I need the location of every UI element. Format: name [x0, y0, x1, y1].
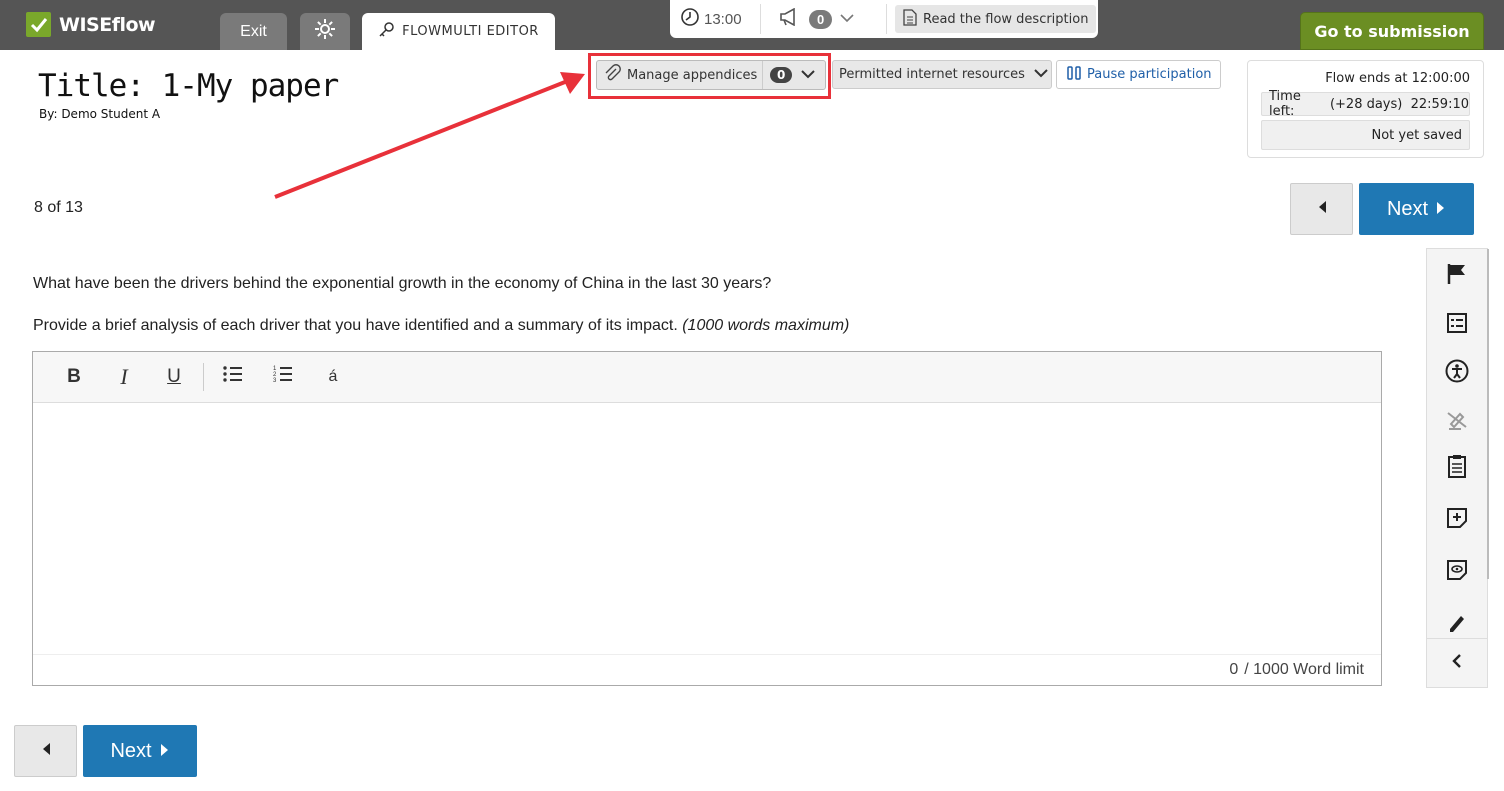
tab-editor-label: FLOWMULTI EDITOR: [402, 24, 539, 39]
megaphone-icon: [779, 7, 801, 31]
next-button[interactable]: Next: [1359, 183, 1474, 235]
save-status: Not yet saved: [1261, 120, 1470, 150]
editor-toolbar: B I U 123 á: [33, 352, 1381, 403]
pause-label: Pause participation: [1087, 67, 1212, 82]
page-title: Title: 1-My paper: [38, 68, 339, 104]
byline: By: Demo Student A: [39, 107, 161, 121]
special-character-icon: á: [328, 368, 338, 385]
gear-icon: [313, 17, 337, 46]
announcements-button[interactable]: 0: [761, 7, 886, 31]
time-left-label: Time left:: [1269, 89, 1301, 119]
instruction-text: Provide a brief analysis of each driver …: [33, 317, 849, 335]
accessibility-icon[interactable]: [1444, 358, 1470, 384]
bulleted-list-button[interactable]: [208, 357, 258, 397]
go-to-submission-button[interactable]: Go to submission: [1300, 12, 1484, 50]
text-editor: B I U 123 á 0 / 1000 Word limit: [32, 351, 1382, 686]
numbered-list-icon: 123: [273, 364, 293, 390]
read-description-label: Read the flow description: [923, 11, 1089, 27]
editor-text-area[interactable]: [33, 403, 1381, 654]
divider: [886, 4, 887, 34]
read-description-button[interactable]: Read the flow description: [895, 5, 1097, 33]
chevron-down-icon: [1033, 67, 1049, 82]
clock: 13:00: [670, 7, 760, 31]
pencil-icon[interactable]: [1444, 609, 1470, 635]
word-limit: / 1000 Word limit: [1244, 661, 1364, 678]
tab-editor[interactable]: FLOWMULTI EDITOR: [362, 13, 555, 50]
page-counter: 8 of 13: [34, 199, 83, 216]
status-bar: 13:00 0 Read the flow description: [670, 0, 1098, 38]
top-bar: WISEflow Exit FLOWMULTI EDITOR 13:00 0 R…: [0, 0, 1504, 50]
caret-right-icon: [160, 740, 170, 763]
italic-button[interactable]: I: [99, 357, 149, 397]
word-count-footer: 0 / 1000 Word limit: [33, 654, 1381, 685]
underline-icon: U: [167, 366, 181, 387]
previous-button[interactable]: [1290, 183, 1353, 235]
sidebar-scrollbar[interactable]: [1487, 249, 1489, 579]
bulleted-list-icon: [223, 365, 243, 389]
permitted-resources-button[interactable]: Permitted internet resources: [832, 60, 1052, 89]
chevron-down-icon: [840, 10, 854, 28]
underline-button[interactable]: U: [149, 357, 199, 397]
next-label: Next: [1386, 197, 1429, 220]
flow-ends-text: Flow ends at 12:00:00: [1325, 71, 1470, 86]
flow-info-panel: Flow ends at 12:00:00 Time left: (+28 da…: [1247, 60, 1484, 158]
clock-time: 13:00: [704, 10, 742, 28]
question-text: What have been the drivers behind the ex…: [33, 275, 772, 292]
toolbar-divider: [203, 363, 204, 391]
instruction-main: Provide a brief analysis of each driver …: [33, 317, 678, 334]
next-button-bottom[interactable]: Next: [83, 725, 197, 777]
special-character-button[interactable]: á: [308, 357, 358, 397]
time-left-value: (+28 days) 22:59:10: [1329, 96, 1469, 112]
time-left: Time left: (+28 days) 22:59:10: [1261, 89, 1470, 119]
instruction-note: (1000 words maximum): [682, 317, 850, 334]
tab-settings[interactable]: [300, 13, 350, 50]
editor-icon: [378, 21, 396, 43]
collapse-sidebar-button[interactable]: [1427, 638, 1487, 688]
bold-button[interactable]: B: [49, 357, 99, 397]
document-icon: [903, 8, 917, 30]
pause-icon: [1067, 65, 1081, 85]
next-label-bottom: Next: [110, 739, 152, 762]
caret-right-icon: [1436, 198, 1446, 221]
announcements-count: 0: [809, 9, 833, 29]
logo-text: WISEflow: [59, 13, 156, 36]
caret-left-icon: [1317, 200, 1327, 219]
flag-icon[interactable]: [1444, 261, 1470, 287]
chevron-left-icon: [1451, 653, 1463, 674]
add-note-icon[interactable]: [1444, 505, 1470, 531]
numbered-list-button[interactable]: 123: [258, 357, 308, 397]
caret-left-icon: [41, 742, 51, 761]
tab-exit[interactable]: Exit: [220, 13, 287, 50]
pause-participation-button[interactable]: Pause participation: [1056, 60, 1221, 89]
logo: WISEflow: [26, 12, 156, 37]
checklist-icon[interactable]: [1444, 310, 1470, 336]
highlighter-off-icon: [1444, 407, 1470, 433]
permitted-resources-label: Permitted internet resources: [839, 67, 1025, 82]
italic-icon: I: [120, 364, 128, 389]
word-count: 0: [1229, 661, 1239, 678]
clipboard-icon[interactable]: [1444, 453, 1470, 479]
view-notes-icon[interactable]: [1444, 557, 1470, 583]
annotation-highlight-box: [588, 53, 831, 99]
svg-text:3: 3: [273, 378, 277, 384]
wiseflow-logo-icon: [26, 12, 51, 37]
clock-icon: [680, 7, 700, 31]
previous-button-bottom[interactable]: [14, 725, 77, 777]
tools-sidebar: [1426, 248, 1489, 688]
bold-icon: B: [67, 366, 81, 387]
